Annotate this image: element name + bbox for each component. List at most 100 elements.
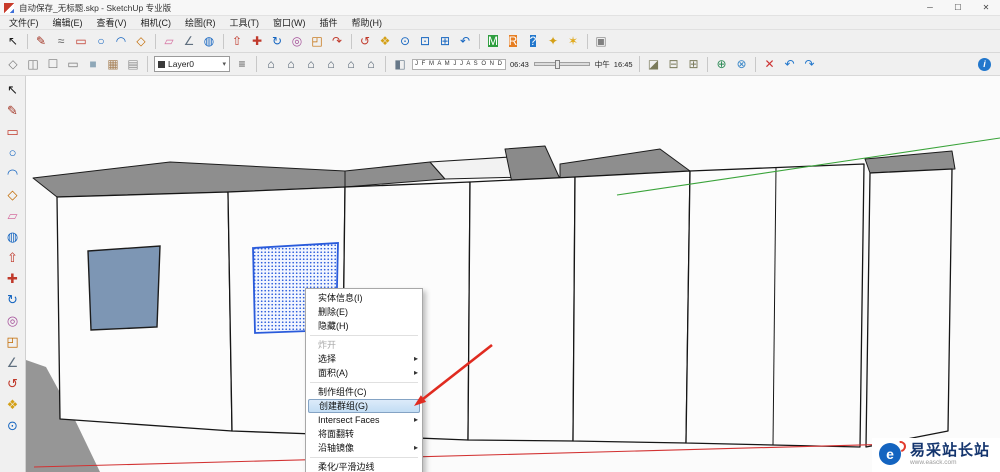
orbit-tool[interactable]: ↺ (3, 373, 23, 393)
offset-tool[interactable]: ◎ (287, 32, 307, 51)
menu-item-select[interactable]: 选择 ▸ (306, 352, 422, 366)
select-tool[interactable]: ↖ (3, 79, 23, 99)
scale-tool[interactable]: ◰ (3, 331, 23, 351)
delete-icon[interactable]: ✕ (760, 55, 780, 74)
circle-tool[interactable]: ○ (3, 142, 23, 162)
polygon-tool[interactable]: ◇ (131, 32, 151, 51)
menu-item-hide[interactable]: 隐藏(H) (306, 319, 422, 333)
follow-me-tool[interactable]: ↷ (327, 32, 347, 51)
layer-dropdown[interactable]: Layer0 ▾ (154, 56, 230, 72)
menu-draw[interactable]: 绘图(R) (178, 16, 223, 29)
section-display-icon[interactable]: ⊟ (664, 55, 684, 74)
menu-camera[interactable]: 相机(C) (134, 16, 179, 29)
menu-view[interactable]: 查看(V) (90, 16, 134, 29)
scale-tool[interactable]: ◰ (307, 32, 327, 51)
menu-tools[interactable]: 工具(T) (223, 16, 267, 29)
hidden-line-style-icon[interactable]: ▭ (63, 55, 83, 74)
undo-icon[interactable]: ↶ (780, 55, 800, 74)
eraser-tool[interactable]: ▱ (159, 32, 179, 51)
menu-item-erase[interactable]: 删除(E) (306, 305, 422, 319)
burst-plugin-icon[interactable]: ✶ (563, 32, 583, 51)
xray-style-icon[interactable]: ◇ (3, 55, 23, 74)
toolbar-separator[interactable] (751, 54, 760, 74)
time-slider-handle[interactable] (554, 60, 560, 69)
back-edges-style-icon[interactable]: ◫ (23, 55, 43, 74)
wireframe-style-icon[interactable]: ☐ (43, 55, 63, 74)
menu-item-entity-info[interactable]: 实体信息(I) (306, 291, 422, 305)
rgb-wheel-icon[interactable] (611, 32, 631, 51)
menu-file[interactable]: 文件(F) (2, 16, 46, 29)
model-scene[interactable] (26, 76, 1000, 472)
menu-item-area[interactable]: 面积(A) ▸ (306, 366, 422, 380)
help-badge-icon[interactable]: ? (523, 32, 543, 51)
line-tool[interactable]: ✎ (3, 100, 23, 120)
menu-window[interactable]: 窗口(W) (266, 16, 313, 29)
shaded-style-icon[interactable]: ■ (83, 55, 103, 74)
zoom-window-tool[interactable]: ⊡ (415, 32, 435, 51)
back-view-icon[interactable]: ⌂ (341, 55, 361, 74)
tape-measure-tool[interactable]: ∠ (179, 32, 199, 51)
line-tool[interactable]: ✎ (31, 32, 51, 51)
menu-item-flip-along[interactable]: 沿轴镜像 ▸ (306, 441, 422, 455)
r-badge-icon[interactable]: R (503, 32, 523, 51)
circle-tool[interactable]: ○ (91, 32, 111, 51)
date-slider[interactable]: J F M A M J J A S O N D (412, 58, 507, 70)
polygon-tool[interactable]: ◇ (3, 184, 23, 204)
extension-icon[interactable]: ▣ (591, 32, 611, 51)
section-plane-icon[interactable]: ◪ (644, 55, 664, 74)
minimize-button[interactable]: ─ (916, 0, 944, 15)
section-cut-icon[interactable]: ⊞ (684, 55, 704, 74)
select-tool[interactable]: ↖ (3, 32, 23, 51)
front-view-icon[interactable]: ⌂ (301, 55, 321, 74)
rectangle-tool[interactable]: ▭ (71, 32, 91, 51)
previous-view-tool[interactable]: ↶ (455, 32, 475, 51)
offset-tool[interactable]: ◎ (3, 310, 23, 330)
zoom-extents-tool[interactable]: ⊞ (435, 32, 455, 51)
star-plugin-icon[interactable]: ✦ (543, 32, 563, 51)
top-view-icon[interactable]: ⌂ (281, 55, 301, 74)
tape-measure-tool[interactable]: ∠ (3, 352, 23, 372)
paint-bucket-tool[interactable]: ◍ (3, 226, 23, 246)
orbit-tool[interactable]: ↺ (355, 32, 375, 51)
zoom-tool[interactable]: ⊙ (3, 415, 23, 435)
eraser-tool[interactable]: ▱ (3, 205, 23, 225)
arc-tool[interactable]: ◠ (111, 32, 131, 51)
m-badge-icon[interactable]: M (483, 32, 503, 51)
monochrome-style-icon[interactable]: ▤ (123, 55, 143, 74)
push-pull-tool[interactable]: ⇧ (3, 247, 23, 267)
layer-manager-icon[interactable]: ≡ (232, 55, 252, 74)
menu-item-make-group[interactable]: 创建群组(G) (308, 399, 420, 413)
building-faces[interactable] (56, 163, 953, 448)
freehand-tool[interactable]: ≈ (51, 32, 71, 51)
menu-help[interactable]: 帮助(H) (345, 16, 390, 29)
toolbar-separator[interactable] (475, 31, 483, 51)
move-tool[interactable]: ✚ (247, 32, 267, 51)
shadow-toggle-icon[interactable]: ◧ (390, 55, 410, 74)
menu-item-soften-smooth-edges[interactable]: 柔化/平滑边线 (306, 460, 422, 472)
menu-edit[interactable]: 编辑(E) (46, 16, 90, 29)
info-icon[interactable]: i (978, 57, 991, 71)
right-view-icon[interactable]: ⌂ (321, 55, 341, 74)
chevron-down-icon[interactable]: ▾ (222, 60, 226, 68)
arc-tool[interactable]: ◠ (3, 163, 23, 183)
pan-tool[interactable]: ❖ (375, 32, 395, 51)
iso-view-icon[interactable]: ⌂ (261, 55, 281, 74)
menu-item-reverse-faces[interactable]: 将面翻转 (306, 427, 422, 441)
time-slider[interactable] (533, 60, 590, 69)
rotate-tool[interactable]: ↻ (3, 289, 23, 309)
toolbar-separator[interactable] (219, 31, 227, 51)
menu-item-intersect-faces[interactable]: Intersect Faces ▸ (306, 413, 422, 427)
zoom-tool[interactable]: ⊙ (395, 32, 415, 51)
menu-plugins[interactable]: 插件 (313, 16, 345, 29)
toolbar-separator[interactable] (583, 31, 591, 51)
toolbar-separator[interactable] (703, 54, 712, 74)
rotate-tool[interactable]: ↻ (267, 32, 287, 51)
move-tool[interactable]: ✚ (3, 268, 23, 288)
redo-icon[interactable]: ↷ (800, 55, 820, 74)
window-pane[interactable] (87, 245, 161, 331)
paint-bucket-tool[interactable]: ◍ (199, 32, 219, 51)
3d-viewport[interactable] (26, 76, 1000, 472)
photo-match-icon[interactable]: ⊗ (732, 55, 752, 74)
add-location-icon[interactable]: ⊕ (712, 55, 732, 74)
toolbar-separator[interactable] (347, 31, 355, 51)
